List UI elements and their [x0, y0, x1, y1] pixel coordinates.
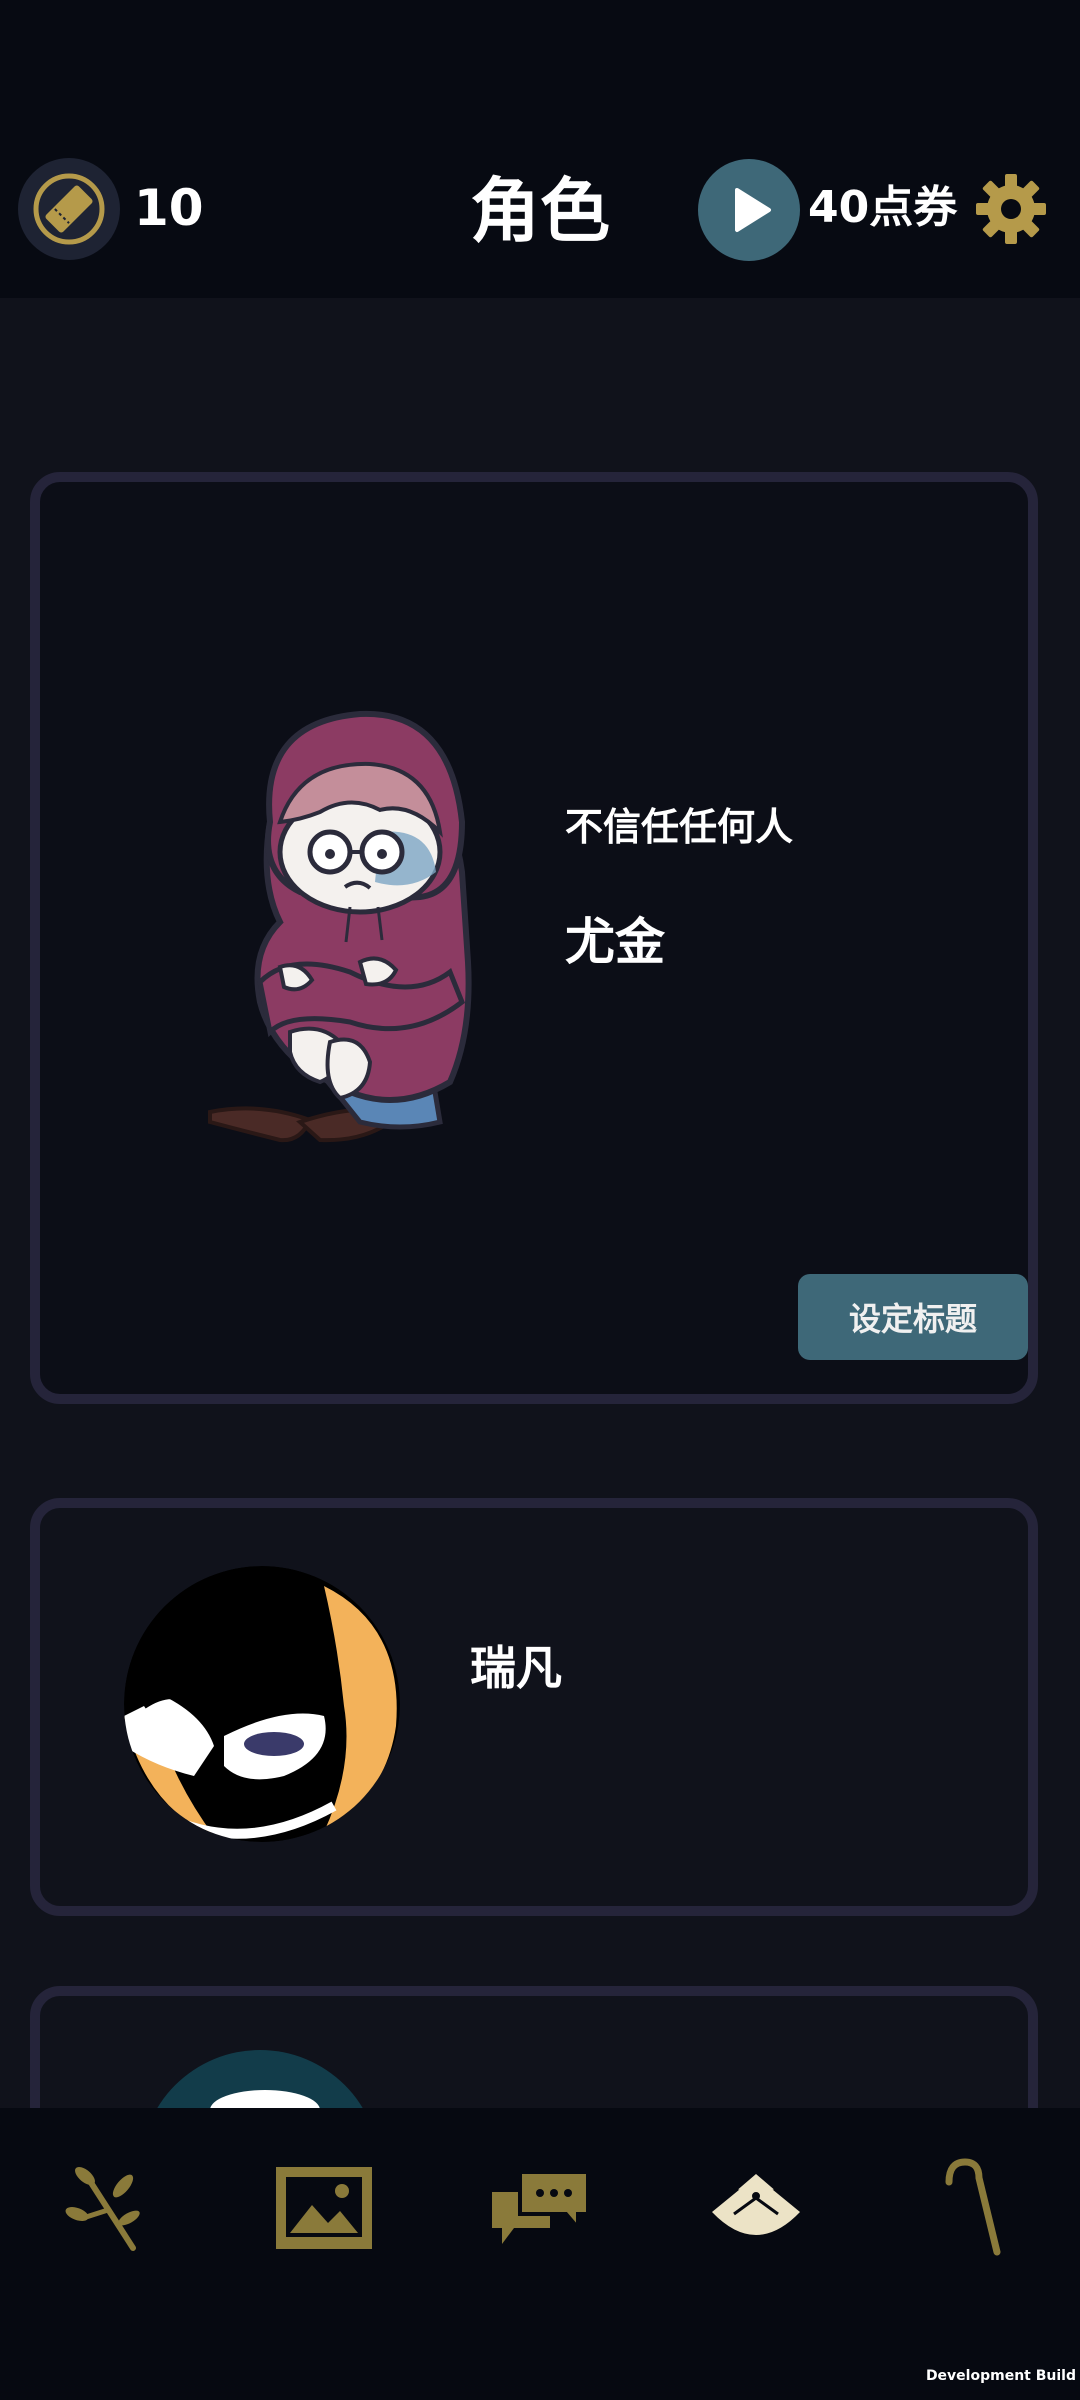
- play-icon: [735, 188, 771, 232]
- chat-icon: [492, 2170, 590, 2244]
- nav-item-cane[interactable]: [912, 2148, 1032, 2268]
- gear-icon[interactable]: [974, 172, 1048, 246]
- voucher-balance: 40点券: [808, 182, 958, 233]
- bottom-nav: Development Build: [0, 2108, 1080, 2400]
- fan-icon: [712, 2174, 800, 2235]
- cane-icon: [945, 2158, 1001, 2256]
- header-bar: 10 角色 40点券: [0, 150, 1080, 298]
- dev-build-label: Development Build: [925, 2368, 1076, 2384]
- nav-item-gallery[interactable]: [264, 2148, 384, 2268]
- branch-icon: [65, 2167, 140, 2251]
- set-title-button[interactable]: 设定标题: [798, 1274, 1028, 1360]
- status-bar: [0, 0, 1080, 150]
- character-avatar-ruifan: [124, 1566, 400, 1842]
- nav-item-fan[interactable]: [696, 2148, 816, 2268]
- play-ad-button[interactable]: [698, 159, 800, 261]
- character-card-eugene[interactable]: 不信任任何人 尤金 设定标题: [30, 472, 1038, 1404]
- nav-item-branch[interactable]: [48, 2148, 168, 2268]
- character-name: 尤金: [565, 913, 665, 971]
- gallery-icon: [276, 2167, 372, 2249]
- character-name: 瑞凡: [470, 1641, 562, 1695]
- character-card-ruifan[interactable]: 瑞凡: [30, 1498, 1038, 1916]
- character-illustration-eugene: [208, 710, 472, 1143]
- character-motto: 不信任任何人: [565, 805, 794, 849]
- nav-item-chat[interactable]: [480, 2148, 600, 2268]
